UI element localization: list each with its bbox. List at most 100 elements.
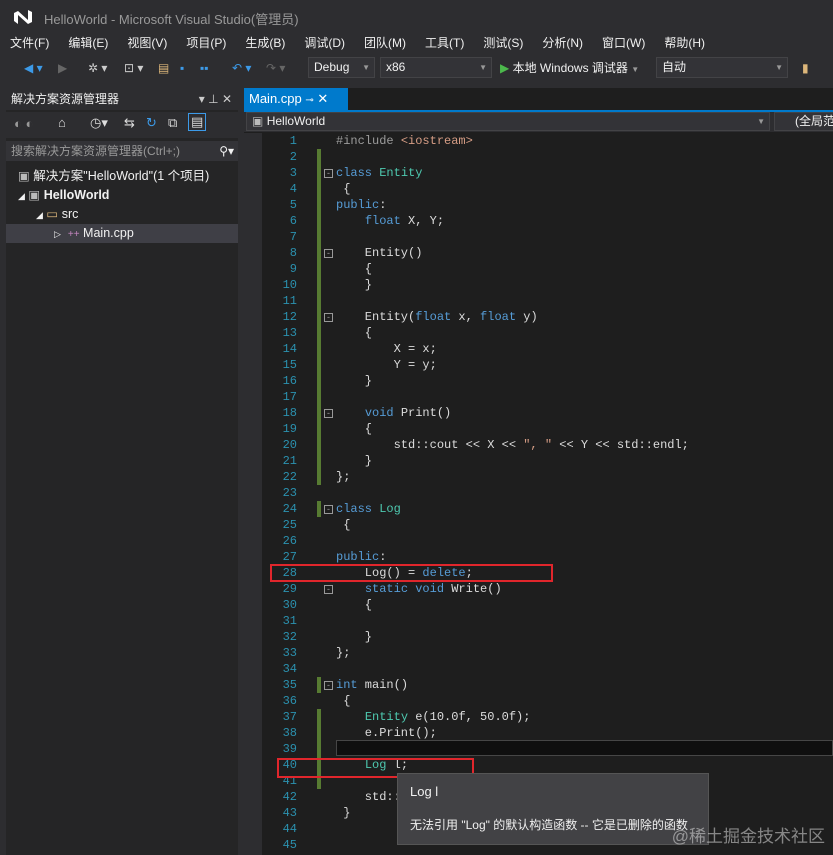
menu-item[interactable]: 团队(M) — [354, 32, 415, 52]
menu-item[interactable]: 生成(B) — [235, 32, 294, 52]
code-token: Entity() — [336, 246, 423, 260]
code-token: { — [336, 694, 351, 708]
glyph-margin — [244, 133, 262, 855]
tree-item-solution[interactable]: ▣ 解决方案"HelloWorld"(1 个项目) — [6, 167, 238, 186]
line-number: 27 — [282, 550, 297, 564]
history-icon[interactable]: ◷▾ — [90, 115, 108, 131]
refresh-icon[interactable]: ↻ — [146, 115, 157, 131]
code-token: public — [336, 550, 380, 564]
new-project-icon[interactable]: ✲ ▾ — [88, 58, 107, 78]
back-icon[interactable]: ◐ ◐ — [14, 116, 33, 131]
config-select[interactable]: Debug ▼ — [308, 57, 375, 78]
sync-icon[interactable]: ⇆ — [124, 115, 135, 131]
code-token: Y = y; — [336, 358, 437, 372]
menu-item[interactable]: 测试(S) — [473, 32, 532, 52]
start-debug-button[interactable]: ▶ 本地 Windows 调试器 ▼ — [500, 58, 639, 78]
tree-item-src[interactable]: ◢ ▭ src — [6, 205, 238, 224]
home-icon[interactable]: ⌂ — [58, 115, 66, 130]
tree-item-main-cpp[interactable]: ▷ ++ Main.cpp — [6, 224, 238, 243]
code-token: public — [336, 198, 380, 212]
code-token: y) — [516, 310, 538, 324]
solution-explorer-header: 解决方案资源管理器 ▾ ⊥ ✕ — [6, 88, 238, 110]
solution-icon: ▣ — [18, 169, 30, 183]
project-scope-select[interactable]: ▣ HelloWorld ▼ — [246, 112, 770, 131]
line-number: 14 — [282, 342, 297, 356]
code-line: { — [336, 693, 350, 709]
code-token: e(10.0f, 50.0f); — [408, 710, 531, 724]
collapse-icon[interactable]: - — [324, 249, 333, 258]
code-token: float — [415, 310, 452, 324]
forward-icon[interactable]: ▶ — [58, 58, 67, 78]
add-item-icon[interactable]: ⊡ ▾ — [124, 58, 143, 78]
code-token: <iostream> — [400, 134, 473, 148]
collapse-icon[interactable]: ⧉ — [168, 115, 177, 131]
title-bar: HelloWorld - Microsoft Visual Studio(管理员… — [0, 0, 833, 32]
open-file-icon[interactable]: ▤ — [158, 58, 169, 78]
change-marker — [317, 677, 321, 693]
chevron-down-icon: ▼ — [362, 63, 370, 72]
line-number: 22 — [282, 470, 297, 484]
code-token: std:: — [336, 790, 401, 804]
run-mode-select[interactable]: 自动 ▼ — [656, 57, 788, 78]
folder-icon: ▭ — [46, 207, 59, 221]
code-line: }; — [336, 645, 350, 661]
menu-item[interactable]: 分析(N) — [532, 32, 592, 52]
redo-icon[interactable]: ↷ ▾ — [266, 58, 285, 78]
tree-item-project[interactable]: ◢ ▣ HelloWorld — [6, 186, 238, 205]
close-icon[interactable]: ✕ — [317, 91, 328, 106]
code-token: Print() — [393, 406, 452, 420]
cpp-file-icon: ++ — [67, 229, 80, 240]
code-token: { — [336, 598, 373, 612]
show-all-files-icon[interactable]: ▤ — [188, 113, 207, 131]
collapse-icon[interactable]: - — [324, 313, 333, 322]
line-number: 44 — [282, 822, 297, 836]
panel-controls[interactable]: ▾ ⊥ ✕ — [199, 88, 232, 110]
line-number: 33 — [282, 646, 297, 660]
code-token: { — [336, 262, 373, 276]
menu-item[interactable]: 视图(V) — [117, 32, 176, 52]
menu-item[interactable]: 工具(T) — [415, 32, 473, 52]
search-icon[interactable]: ⚲▾ — [219, 141, 234, 161]
code-token: e.Print(); — [336, 726, 437, 740]
toolbar: ◀ ▾ ▶ ✲ ▾ ⊡ ▾ ▤ ▪ ▪▪ ↶ ▾ ↷ ▾ Debug ▼ x86 ▼… — [0, 55, 833, 81]
code-token: Log — [379, 502, 401, 516]
code-area[interactable]: 1 #include <iostream> 2 3 class Entity -4 {5 p… — [244, 133, 833, 855]
menu-item[interactable]: 编辑(E) — [58, 32, 117, 52]
line-number: 19 — [282, 422, 297, 436]
line-number: 23 — [282, 486, 297, 500]
code-line: Y = y; — [336, 357, 437, 373]
save-all-icon[interactable]: ▪▪ — [200, 58, 209, 78]
menu-item[interactable]: 窗口(W) — [592, 32, 654, 52]
collapse-icon[interactable]: - — [324, 585, 333, 594]
solution-search-input[interactable]: 搜索解决方案资源管理器(Ctrl+;) ⚲▾ — [6, 141, 238, 161]
collapse-icon[interactable]: - — [324, 409, 333, 418]
code-line: { — [336, 517, 350, 533]
code-token: << Y << std::endl; — [552, 438, 689, 452]
find-icon[interactable]: ▮ — [802, 58, 809, 78]
undo-icon[interactable]: ↶ ▾ — [232, 58, 251, 78]
menu-item[interactable]: 项目(P) — [176, 32, 235, 52]
chevron-down-icon: ▼ — [775, 63, 783, 72]
collapse-icon[interactable]: - — [324, 681, 333, 690]
code-token: }; — [336, 470, 351, 484]
window-title: HelloWorld - Microsoft Visual Studio(管理员… — [44, 12, 299, 27]
tab-main-cpp[interactable]: Main.cpp ⊸ ✕ — [244, 88, 348, 110]
collapse-icon[interactable]: - — [324, 169, 333, 178]
collapse-icon[interactable]: - — [324, 505, 333, 514]
menu-bar: 文件(F) 编辑(E) 视图(V) 项目(P) 生成(B) 调试(D) 团队(M) 工具(T)… — [0, 32, 714, 52]
highlight-box-line-28 — [270, 564, 553, 582]
code-token: } — [336, 454, 373, 468]
code-token: X = x; — [336, 342, 437, 356]
menu-item[interactable]: 文件(F) — [0, 32, 58, 52]
menu-item[interactable]: 调试(D) — [294, 32, 354, 52]
code-line: float X, Y; — [336, 213, 444, 229]
line-number: 16 — [282, 374, 297, 388]
tree-label: HelloWorld — [43, 188, 110, 202]
save-icon[interactable]: ▪ — [180, 58, 184, 78]
menu-item[interactable]: 帮助(H) — [654, 32, 714, 52]
scope-select[interactable]: (全局范 — [774, 112, 833, 131]
back-icon[interactable]: ◀ ▾ — [24, 58, 43, 78]
platform-select[interactable]: x86 ▼ — [380, 57, 492, 78]
pin-icon[interactable]: ⊸ — [305, 95, 313, 106]
line-number: 39 — [282, 742, 297, 756]
